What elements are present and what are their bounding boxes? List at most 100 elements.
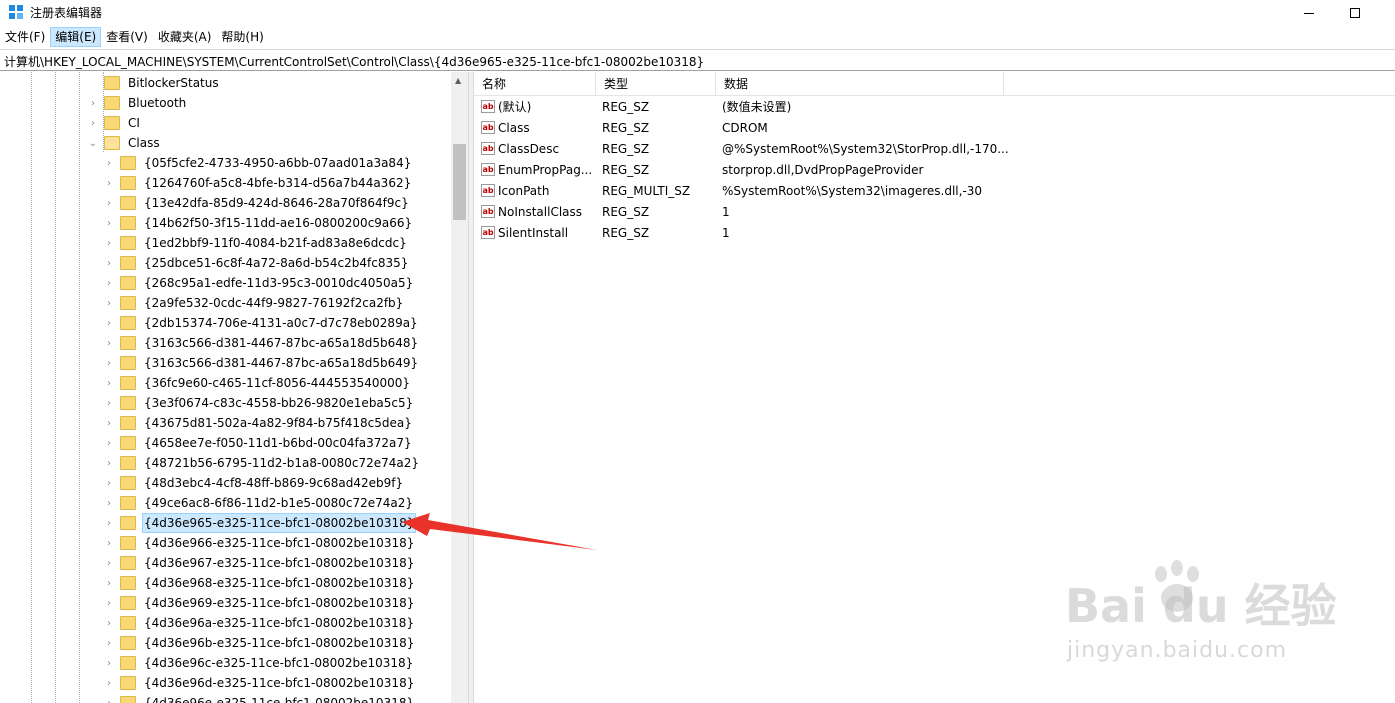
tree-item[interactable]: › {4d36e969-e325-11ce-bfc1-08002be10318}	[104, 593, 416, 613]
folder-icon	[120, 696, 136, 703]
chevron-right-icon[interactable]: ›	[104, 198, 114, 209]
tree-item-label: {4d36e968-e325-11ce-bfc1-08002be10318}	[144, 576, 415, 590]
tree-item[interactable]: › {4d36e967-e325-11ce-bfc1-08002be10318}	[104, 553, 416, 573]
value-name: ClassDesc	[498, 141, 560, 156]
chevron-right-icon[interactable]: ›	[104, 698, 114, 703]
tree-item[interactable]: › {48721b56-6795-11d2-b1a8-0080c72e74a2}	[104, 453, 421, 473]
chevron-right-icon[interactable]: ›	[104, 278, 114, 289]
chevron-right-icon[interactable]: ›	[104, 638, 114, 649]
value-row[interactable]: ab EnumPropPag... REG_SZ storprop.dll,DvdPr…	[474, 159, 1012, 180]
tree-connector-icon[interactable]	[88, 78, 98, 88]
chevron-right-icon[interactable]: ›	[104, 438, 114, 449]
value-row[interactable]: ab NoInstallClass REG_SZ 1	[474, 201, 1012, 222]
tree-item[interactable]: › {4d36e96a-e325-11ce-bfc1-08002be10318}	[104, 613, 416, 633]
tree-item[interactable]: › {4d36e96c-e325-11ce-bfc1-08002be10318}	[104, 653, 415, 673]
chevron-right-icon[interactable]: ›	[104, 158, 114, 169]
tree-item[interactable]: › {3163c566-d381-4467-87bc-a65a18d5b649}	[104, 353, 420, 373]
chevron-right-icon[interactable]: ›	[104, 378, 114, 389]
tree-item[interactable]: › {3163c566-d381-4467-87bc-a65a18d5b648}	[104, 333, 420, 353]
value-data: 1	[722, 204, 730, 219]
tree-item[interactable]: › {1264760f-a5c8-4bfe-b314-d56a7b44a362}	[104, 173, 413, 193]
chevron-right-icon[interactable]: ›	[104, 518, 114, 529]
tree-item[interactable]: › {4658ee7e-f050-11d1-b6bd-00c04fa372a7}	[104, 433, 414, 453]
chevron-right-icon[interactable]: ›	[104, 538, 114, 549]
tree-item[interactable]: › {43675d81-502a-4a82-9f84-b75f418c5dea}	[104, 413, 414, 433]
tree-item[interactable]: › {4d36e968-e325-11ce-bfc1-08002be10318}	[104, 573, 416, 593]
tree-item[interactable]: › {25dbce51-6c8f-4a72-8a6d-b54c2b4fc835}	[104, 253, 410, 273]
column-header-name[interactable]: 名称	[474, 72, 596, 96]
value-row[interactable]: ab SilentInstall REG_SZ 1	[474, 222, 1012, 243]
folder-icon	[120, 276, 136, 290]
tree-scrollbar[interactable]: ▲	[451, 72, 468, 703]
chevron-right-icon[interactable]: ›	[104, 618, 114, 629]
tree-item[interactable]: BitlockerStatus	[88, 73, 221, 93]
chevron-right-icon[interactable]: ›	[104, 358, 114, 369]
folder-icon	[120, 556, 136, 570]
value-row[interactable]: ab IconPath REG_MULTI_SZ %SystemRoot%\Syste…	[474, 180, 1012, 201]
tree-item[interactable]: › {36fc9e60-c465-11cf-8056-444553540000}	[104, 373, 412, 393]
tree-item[interactable]: › {13e42dfa-85d9-424d-8646-28a70f864f9c}	[104, 193, 411, 213]
tree-item[interactable]: › {268c95a1-edfe-11d3-95c3-0010dc4050a5}	[104, 273, 415, 293]
menu-help[interactable]: 帮助(H)	[216, 27, 268, 47]
chevron-right-icon[interactable]: ›	[104, 658, 114, 669]
chevron-right-icon[interactable]: ›	[88, 118, 98, 129]
tree-item-label: {1ed2bbf9-11f0-4084-b21f-ad83a8e6dcdc}	[144, 236, 407, 250]
chevron-right-icon[interactable]: ›	[104, 258, 114, 269]
folder-icon	[104, 116, 120, 130]
registry-tree[interactable]: BitlockerStatus › Bluetooth › CI ⌄ Class › {05f5…	[0, 72, 468, 703]
tree-item[interactable]: › {4d36e966-e325-11ce-bfc1-08002be10318}	[104, 533, 416, 553]
chevron-right-icon[interactable]: ›	[104, 298, 114, 309]
menu-file[interactable]: 文件(F)	[0, 27, 50, 47]
tree-item[interactable]: › {05f5cfe2-4733-4950-a6bb-07aad01a3a84}	[104, 153, 413, 173]
tree-item[interactable]: › CI	[88, 113, 142, 133]
maximize-button[interactable]	[1332, 0, 1378, 26]
tree-item[interactable]: › Bluetooth	[88, 93, 188, 113]
chevron-right-icon[interactable]: ›	[104, 558, 114, 569]
tree-item[interactable]: ⌄ Class	[88, 133, 162, 153]
chevron-right-icon[interactable]: ›	[104, 338, 114, 349]
tree-scrollbar-thumb[interactable]	[453, 144, 466, 220]
tree-item[interactable]: › {4d36e96b-e325-11ce-bfc1-08002be10318}	[104, 633, 416, 653]
chevron-right-icon[interactable]: ›	[104, 218, 114, 229]
chevron-right-icon[interactable]: ›	[104, 398, 114, 409]
tree-item[interactable]: › {14b62f50-3f15-11dd-ae16-0800200c9a66}	[104, 213, 414, 233]
chevron-right-icon[interactable]: ›	[104, 458, 114, 469]
value-data: 1	[722, 225, 730, 240]
chevron-right-icon[interactable]: ›	[104, 498, 114, 509]
chevron-right-icon[interactable]: ›	[104, 418, 114, 429]
tree-item[interactable]: › {2db15374-706e-4131-a0c7-d7c78eb0289a}	[104, 313, 420, 333]
value-row[interactable]: ab (默认) REG_SZ (数值未设置)	[474, 96, 1012, 117]
chevron-right-icon[interactable]: ›	[104, 178, 114, 189]
chevron-right-icon[interactable]: ›	[104, 578, 114, 589]
tree-item-selected[interactable]: › {4d36e965-e325-11ce-bfc1-08002be10318}	[104, 513, 417, 533]
tree-item[interactable]: › {4d36e96e-e325-11ce-bfc1-08002be10318}	[104, 693, 416, 703]
tree-item-label: {4d36e966-e325-11ce-bfc1-08002be10318}	[144, 536, 415, 550]
menu-favorites[interactable]: 收藏夹(A)	[153, 27, 217, 47]
tree-item[interactable]: › {3e3f0674-c83c-4558-bb26-9820e1eba5c5}	[104, 393, 415, 413]
tree-item[interactable]: › {2a9fe532-0cdc-44f9-9827-76192f2ca2fb}	[104, 293, 405, 313]
chevron-right-icon[interactable]: ›	[104, 598, 114, 609]
folder-icon	[120, 196, 136, 210]
chevron-right-icon[interactable]: ›	[104, 318, 114, 329]
folder-icon	[120, 236, 136, 250]
column-header-data[interactable]: 数据	[716, 72, 1004, 96]
menu-edit[interactable]: 编辑(E)	[50, 27, 102, 47]
scroll-up-icon[interactable]: ▲	[455, 76, 461, 85]
chevron-right-icon[interactable]: ›	[104, 238, 114, 249]
tree-item[interactable]: › {4d36e96d-e325-11ce-bfc1-08002be10318}	[104, 673, 416, 693]
tree-item[interactable]: › {48d3ebc4-4cf8-48ff-b869-9c68ad42eb9f}	[104, 473, 405, 493]
value-row[interactable]: ab Class REG_SZ CDROM	[474, 117, 1012, 138]
menu-view[interactable]: 查看(V)	[101, 27, 153, 47]
chevron-right-icon[interactable]: ›	[88, 98, 98, 109]
value-row[interactable]: ab ClassDesc REG_SZ @%SystemRoot%\System32\…	[474, 138, 1012, 159]
tree-item[interactable]: › {1ed2bbf9-11f0-4084-b21f-ad83a8e6dcdc}	[104, 233, 409, 253]
column-header-type[interactable]: 类型	[596, 72, 716, 96]
chevron-right-icon[interactable]: ›	[104, 678, 114, 689]
chevron-down-icon[interactable]: ⌄	[88, 138, 98, 149]
chevron-right-icon[interactable]: ›	[104, 478, 114, 489]
tree-item[interactable]: › {49ce6ac8-6f86-11d2-b1e5-0080c72e74a2}	[104, 493, 415, 513]
tree-item-label: {14b62f50-3f15-11dd-ae16-0800200c9a66}	[144, 216, 413, 230]
address-bar[interactable]: 计算机\HKEY_LOCAL_MACHINE\SYSTEM\CurrentCon…	[0, 49, 1395, 71]
folder-icon	[120, 476, 136, 490]
minimize-button[interactable]	[1286, 0, 1332, 26]
